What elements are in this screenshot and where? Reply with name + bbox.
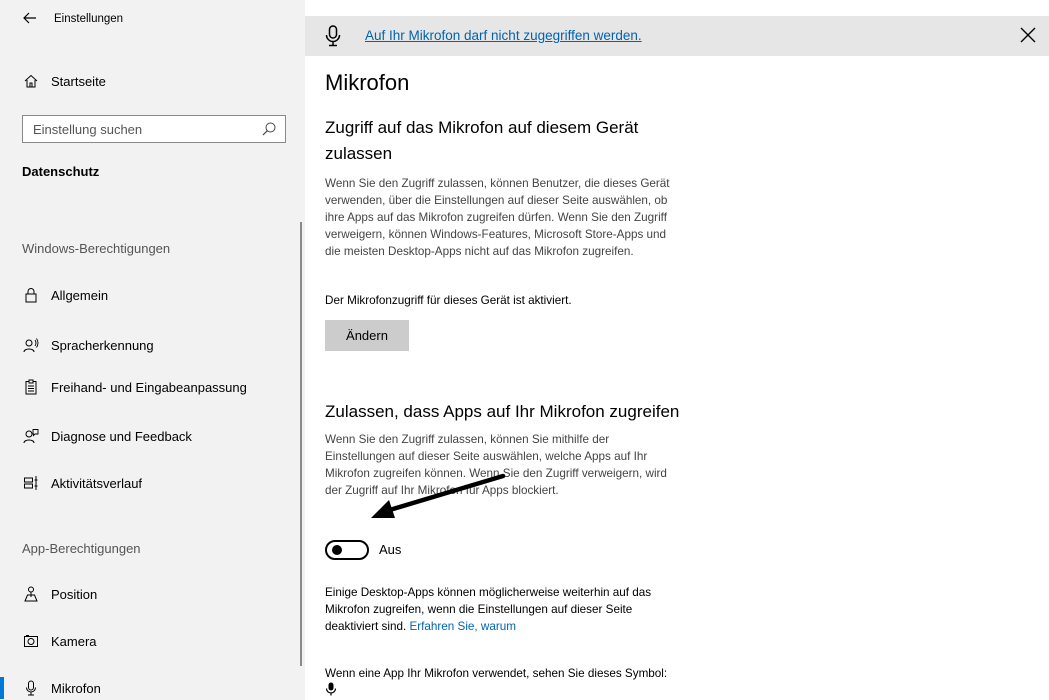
sidebar-scrollbar[interactable] xyxy=(300,222,302,666)
microphone-icon xyxy=(325,682,337,696)
close-icon[interactable] xyxy=(1017,24,1039,46)
section-title: Datenschutz xyxy=(22,164,100,179)
sidebar-item-mikrofon[interactable]: Mikrofon xyxy=(0,668,305,700)
speech-icon xyxy=(22,336,40,354)
description-line: die meisten Desktop-Apps nicht auf das M… xyxy=(325,245,634,258)
symbol-note: Wenn eine App Ihr Mikrofon verwendet, se… xyxy=(325,667,668,680)
device-access-status: Der Mikrofonzugriff für dieses Gerät ist… xyxy=(325,294,572,307)
location-icon xyxy=(22,585,40,603)
description-line: Wenn Sie den Zugriff zulassen, können Si… xyxy=(325,433,610,446)
description-line: verweigern, können Windows-Features, Mic… xyxy=(325,228,667,241)
description-line: verwenden, über die Einstellungen auf di… xyxy=(325,194,668,207)
change-button[interactable]: Ändern xyxy=(325,320,409,351)
description-line: Wenn Sie den Zugriff zulassen, können Be… xyxy=(325,177,670,190)
note-line: Mikrofon zugreifen, wenn die Einstellung… xyxy=(325,603,633,616)
clipboard-icon xyxy=(22,378,40,396)
section-heading-app-access: Zulassen, dass Apps auf Ihr Mikrofon zug… xyxy=(325,402,680,421)
selected-indicator xyxy=(0,677,4,699)
sidebar-item-label: Diagnose und Feedback xyxy=(51,428,192,444)
note-line: Einige Desktop-Apps können möglicherweis… xyxy=(325,586,652,599)
sidebar-item-allgemein[interactable]: Allgemein xyxy=(0,275,305,315)
sidebar-item-home[interactable]: Startseite xyxy=(0,61,305,101)
note-line: deaktiviert sind. Erfahren Sie, warum xyxy=(325,618,755,635)
sidebar-item-diagnose[interactable]: Diagnose und Feedback xyxy=(0,416,305,456)
window-title: Einstellungen xyxy=(54,13,124,25)
sidebar-item-position[interactable]: Position xyxy=(0,574,305,614)
title-bar: Einstellungen xyxy=(0,0,305,40)
toggle-knob xyxy=(332,545,342,555)
microphone-icon xyxy=(325,25,341,47)
search-icon[interactable] xyxy=(261,121,277,137)
microphone-icon xyxy=(22,679,40,697)
sidebar-item-aktivitaetsverlauf[interactable]: Aktivitätsverlauf xyxy=(0,463,305,503)
group-heading-apps: App-Berechtigungen xyxy=(22,541,141,556)
timeline-icon xyxy=(22,474,40,492)
note-text: deaktiviert sind. xyxy=(325,620,407,633)
app-access-toggle[interactable] xyxy=(325,540,369,560)
description-line: ihre Apps auf das Mikrofon zugreifen dür… xyxy=(325,211,667,224)
sidebar-item-label: Position xyxy=(51,586,98,602)
sidebar-item-freihand[interactable]: Freihand- und Eingabeanpassung xyxy=(0,367,305,407)
lock-icon xyxy=(22,286,40,304)
sidebar-item-label: Mikrofon xyxy=(51,680,101,696)
warning-banner: Auf Ihr Mikrofon darf nicht zugegriffen … xyxy=(305,16,1049,56)
device-access-description: Wenn Sie den Zugriff zulassen, können Be… xyxy=(325,175,755,260)
sidebar-item-spracherkennung[interactable]: Spracherkennung xyxy=(0,325,305,365)
desktop-apps-note: Einige Desktop-Apps können möglicherweis… xyxy=(325,584,755,635)
sidebar: Einstellungen Startseite Datenschutz Win… xyxy=(0,0,305,700)
toggle-state-label: Aus xyxy=(379,542,402,557)
heading-line: Zugriff auf das Mikrofon auf diesem Gerä… xyxy=(325,118,639,137)
home-icon xyxy=(22,72,40,90)
section-heading-device-access: Zugriff auf das Mikrofon auf diesem Gerä… xyxy=(325,115,638,167)
group-heading-windows: Windows-Berechtigungen xyxy=(22,241,171,256)
back-arrow-icon[interactable] xyxy=(22,10,38,26)
sidebar-item-label: Allgemein xyxy=(51,287,109,303)
sidebar-item-label: Spracherkennung xyxy=(51,337,154,353)
learn-more-link[interactable]: Erfahren Sie, warum xyxy=(409,620,516,633)
main-content: Auf Ihr Mikrofon darf nicht zugegriffen … xyxy=(305,0,1049,700)
sidebar-item-kamera[interactable]: Kamera xyxy=(0,621,305,661)
heading-line: zulassen xyxy=(325,144,393,163)
annotation-arrow xyxy=(371,473,506,518)
feedback-icon xyxy=(22,427,40,445)
camera-icon xyxy=(22,632,40,650)
banner-link[interactable]: Auf Ihr Mikrofon darf nicht zugegriffen … xyxy=(365,28,642,43)
search-input[interactable] xyxy=(23,116,253,142)
sidebar-item-label: Startseite xyxy=(51,73,106,89)
sidebar-item-label: Freihand- und Eingabeanpassung xyxy=(51,379,247,395)
sidebar-item-label: Kamera xyxy=(51,633,97,649)
page-title: Mikrofon xyxy=(325,70,410,95)
settings-search[interactable] xyxy=(22,115,286,143)
sidebar-item-label: Aktivitätsverlauf xyxy=(51,475,143,491)
description-line: Einstellungen auf dieser Seite auswählen… xyxy=(325,450,648,463)
